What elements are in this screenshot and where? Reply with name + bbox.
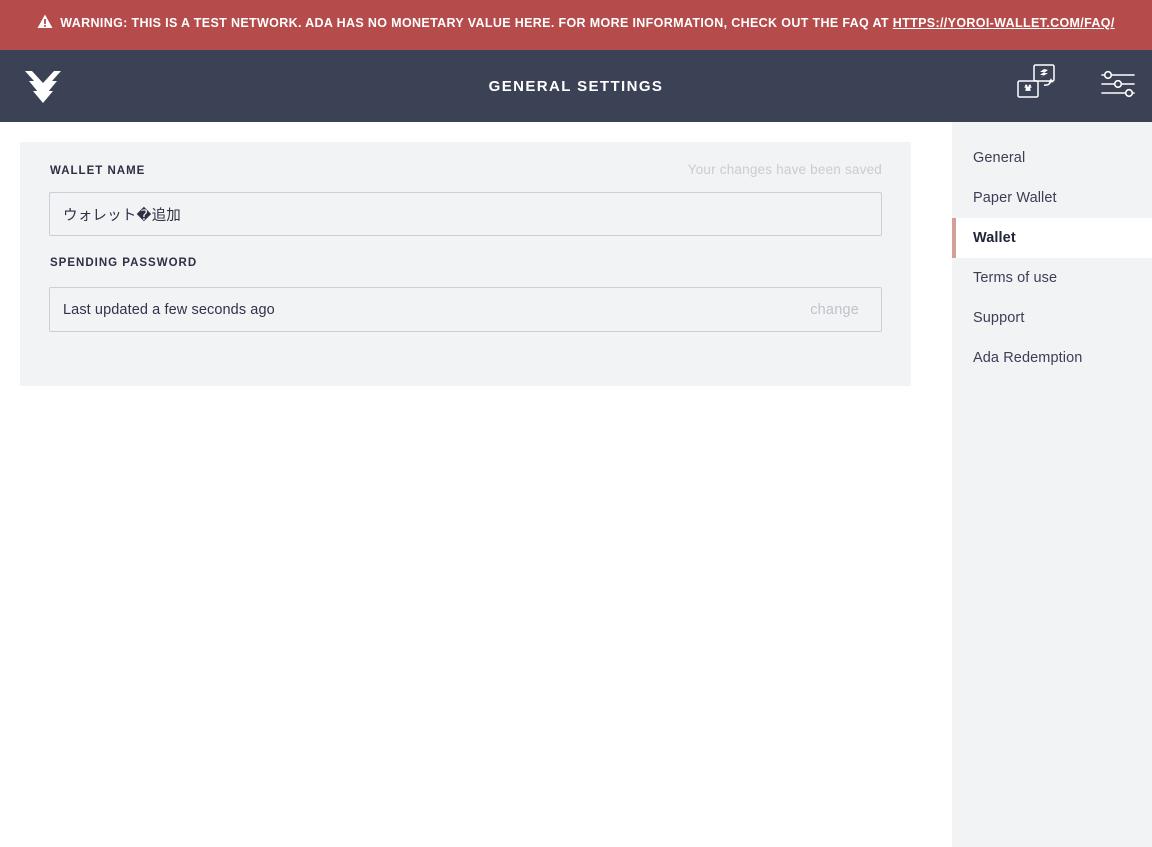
settings-menu: General Paper Wallet Wallet Terms of use… xyxy=(952,122,1152,847)
changes-saved-message: Your changes have been saved xyxy=(687,162,882,177)
wallet-switch-icon xyxy=(1016,61,1066,112)
wallet-switch-button[interactable] xyxy=(1002,50,1080,122)
settings-sliders-icon xyxy=(1099,67,1137,106)
spending-password-status: Last updated a few seconds ago xyxy=(63,301,275,318)
menu-item-ada-redemption[interactable]: Ada Redemption xyxy=(952,338,1152,378)
menu-item-general[interactable]: General xyxy=(952,138,1152,178)
wallet-name-label: WALLET NAME xyxy=(50,165,146,177)
menu-item-wallet[interactable]: Wallet xyxy=(952,218,1152,258)
menu-item-label: Paper Wallet xyxy=(973,190,1057,206)
warning-triangle-icon xyxy=(37,14,53,36)
warning-banner-message: WARNING: THIS IS A TEST NETWORK. ADA HAS… xyxy=(60,15,893,30)
spending-password-label-row: SPENDING PASSWORD xyxy=(49,257,882,277)
wallet-name-input[interactable] xyxy=(49,192,882,236)
menu-item-paper-wallet[interactable]: Paper Wallet xyxy=(952,178,1152,218)
test-network-warning-banner: WARNING: THIS IS A TEST NETWORK. ADA HAS… xyxy=(0,0,1152,50)
top-navigation-bar: GENERAL SETTINGS xyxy=(0,50,1152,137)
spending-password-row: Last updated a few seconds ago change xyxy=(49,287,882,332)
menu-item-label: Terms of use xyxy=(973,270,1058,286)
menu-item-label: Support xyxy=(973,310,1025,326)
settings-pane: WALLET NAME Your changes have been saved… xyxy=(0,122,932,386)
change-password-link[interactable]: change xyxy=(810,302,868,318)
warning-banner-text-wrap: WARNING: THIS IS A TEST NETWORK. ADA HAS… xyxy=(37,13,1114,36)
menu-item-label: Ada Redemption xyxy=(973,350,1083,366)
app-root: WARNING: THIS IS A TEST NETWORK. ADA HAS… xyxy=(0,0,1152,847)
menu-item-label: Wallet xyxy=(973,230,1016,246)
menu-item-label: General xyxy=(973,150,1026,166)
menu-item-terms-of-use[interactable]: Terms of use xyxy=(952,258,1152,298)
nav-actions xyxy=(1002,50,1152,137)
page-title: GENERAL SETTINGS xyxy=(488,77,664,95)
content-area: WALLET NAME Your changes have been saved… xyxy=(0,122,1152,847)
wallet-name-label-row: WALLET NAME Your changes have been saved xyxy=(49,162,882,182)
field-spacer xyxy=(49,236,882,257)
settings-button[interactable] xyxy=(1084,50,1152,137)
faq-link[interactable]: HTTPS://YOROI-WALLET.COM/FAQ/ xyxy=(893,16,1115,30)
menu-item-support[interactable]: Support xyxy=(952,298,1152,338)
spending-password-label: SPENDING PASSWORD xyxy=(50,257,198,269)
wallet-settings-card: WALLET NAME Your changes have been saved… xyxy=(20,142,911,386)
